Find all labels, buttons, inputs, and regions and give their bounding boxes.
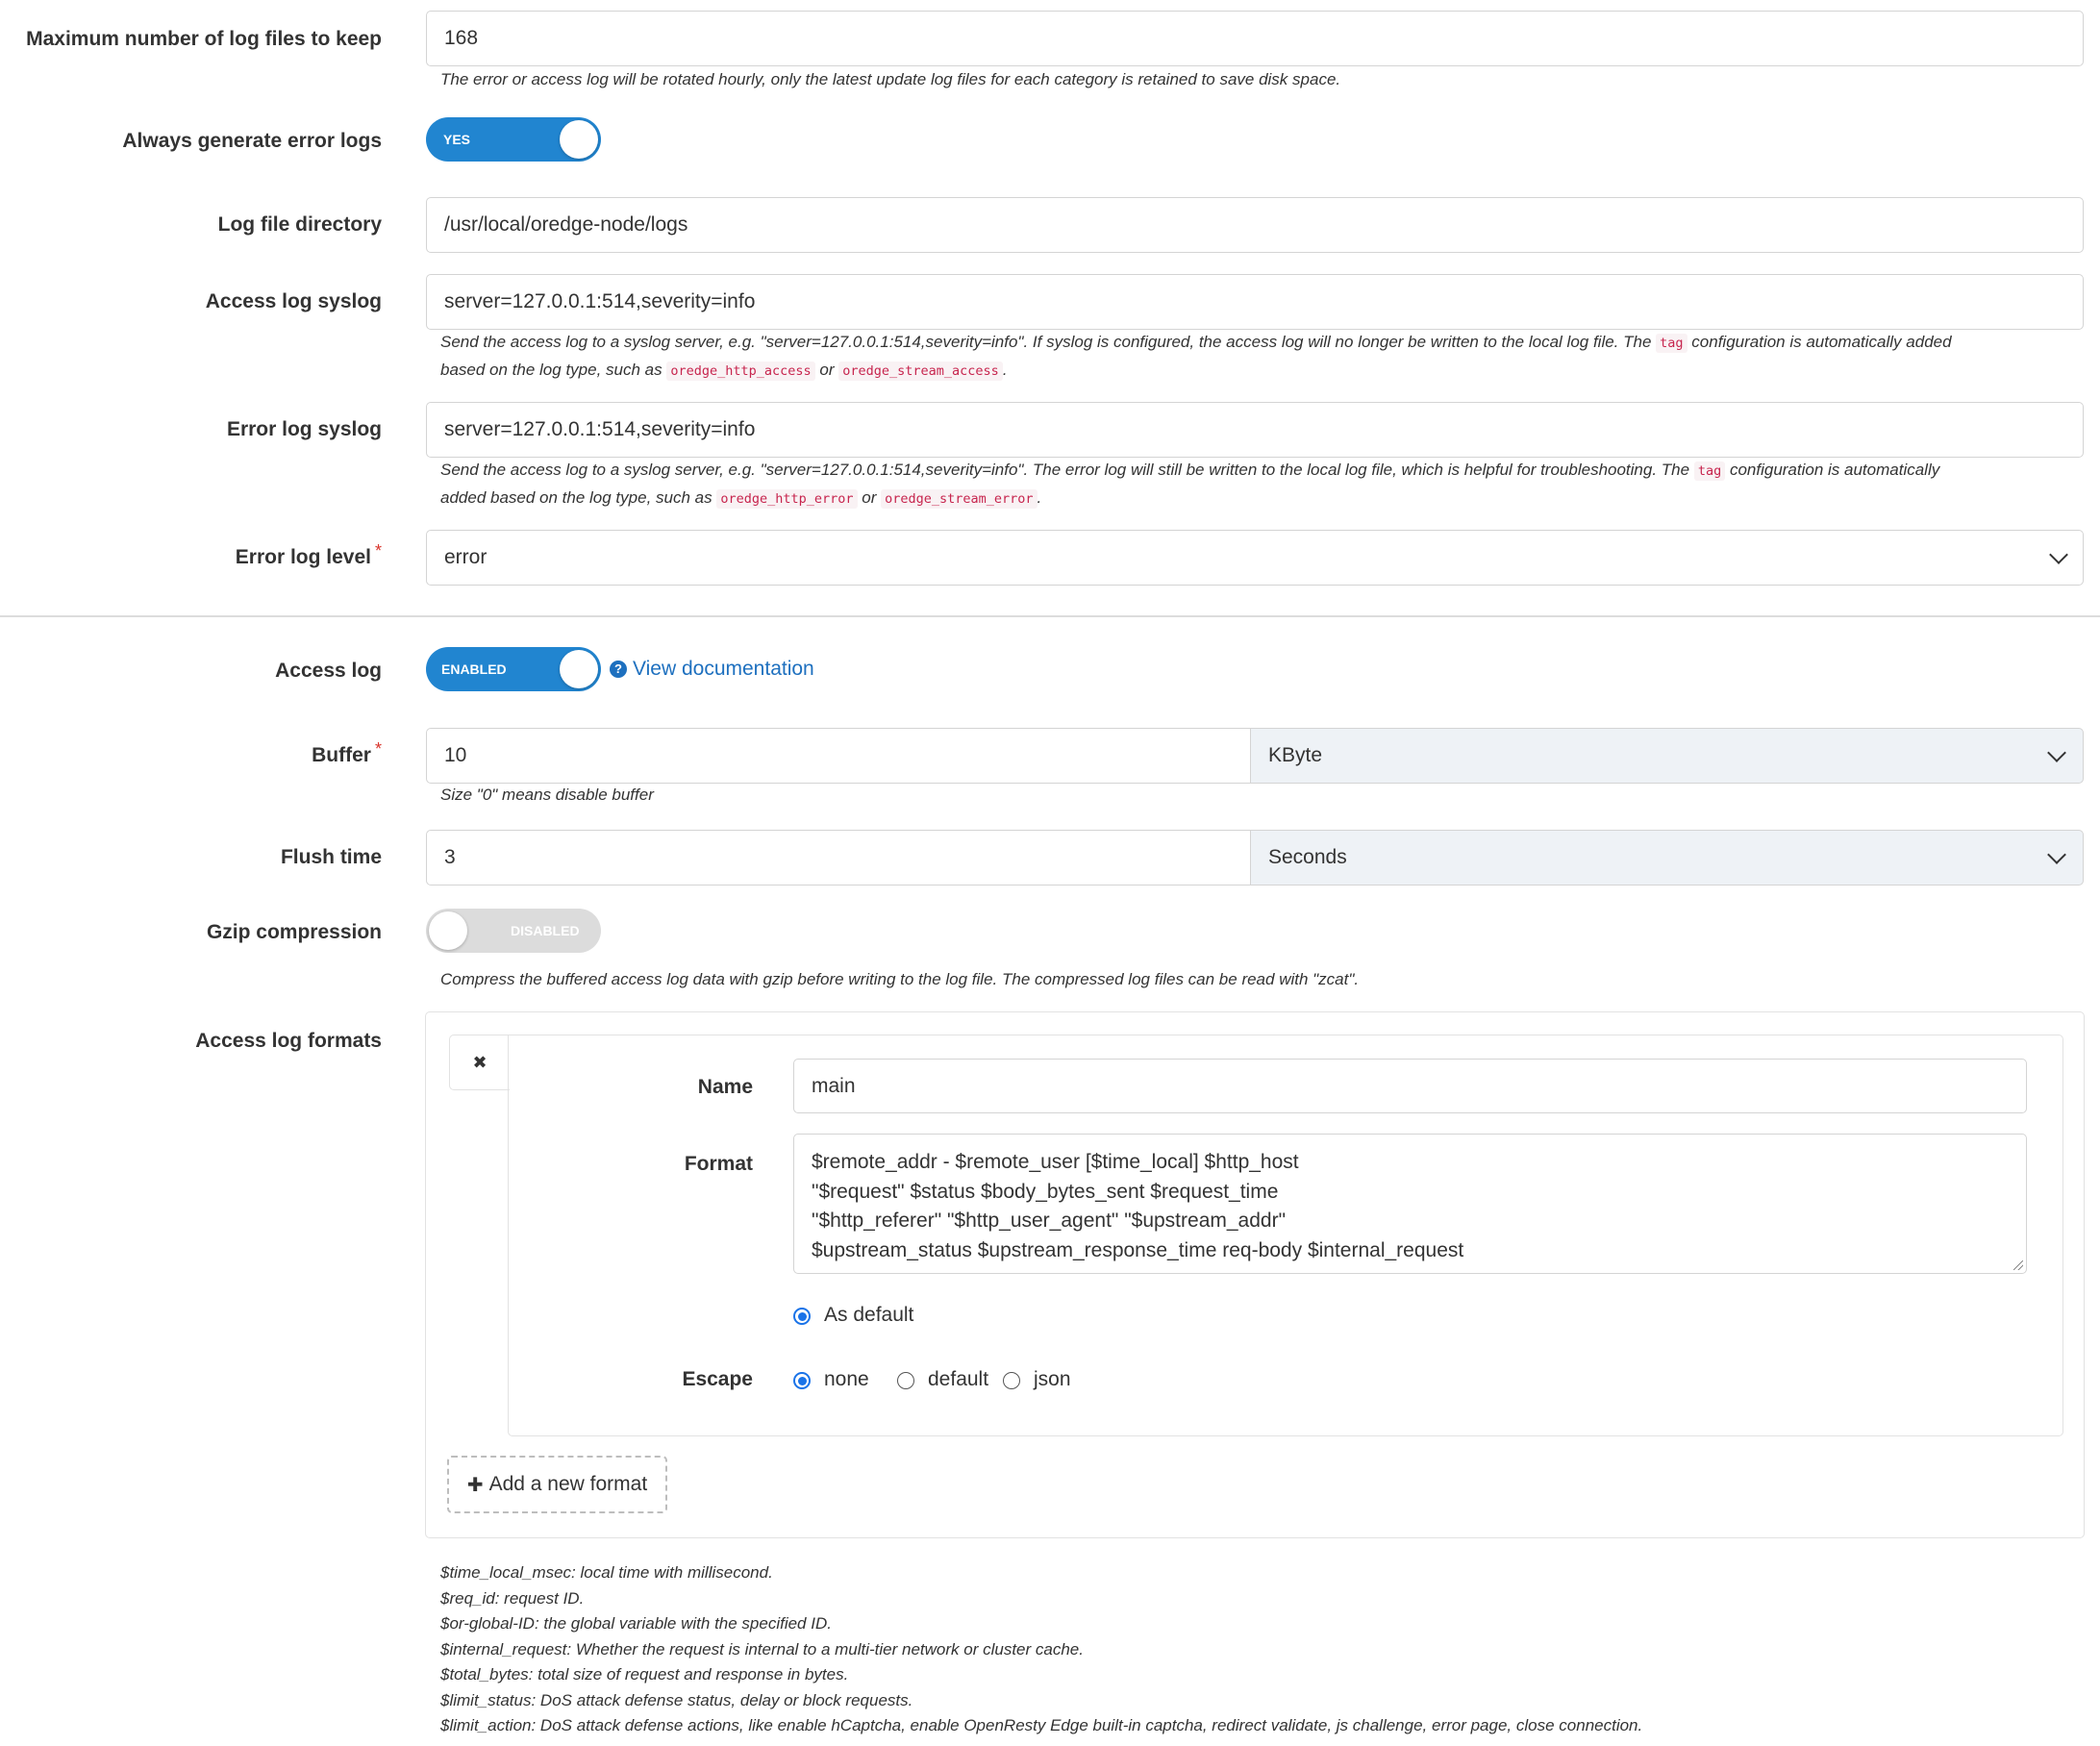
variable-help-line: $limit_action: DoS attack defense action… — [440, 1716, 1643, 1734]
access-syslog-value: server=127.0.0.1:514,severity=info — [444, 290, 756, 312]
always-error-logs-toggle[interactable]: YES — [426, 117, 601, 162]
format-card: Name main Format $remote_addr - $remote_… — [508, 1035, 2063, 1436]
chevron-down-icon — [2049, 545, 2068, 564]
log-dir-value: /usr/local/oredge-node/logs — [444, 213, 688, 236]
plus-icon: ✚ — [466, 1474, 484, 1496]
as-default-label: As default — [824, 1304, 914, 1326]
format-label: Format — [684, 1153, 753, 1175]
format-line: $remote_addr - $remote_user [$time_local… — [812, 1151, 1299, 1173]
buffer-unit-value: KByte — [1268, 744, 1323, 766]
close-icon: ✖ — [472, 1053, 488, 1072]
code-http-access: oredge_http_access — [666, 362, 815, 381]
code-http-error: oredge_http_error — [716, 489, 858, 509]
error-syslog-value: server=127.0.0.1:514,severity=info — [444, 418, 756, 440]
toggle-knob — [429, 911, 467, 950]
buffer-help: Size "0" means disable buffer — [440, 786, 654, 804]
format-line: $upstream_status $upstream_response_time… — [812, 1238, 1464, 1261]
access-syslog-label: Access log syslog — [205, 290, 382, 312]
gzip-help: Compress the buffered access log data wi… — [440, 970, 1360, 988]
buffer-input[interactable]: 10 — [426, 728, 1251, 784]
question-circle-icon: ? — [610, 661, 627, 678]
gzip-toggle[interactable]: DISABLED — [426, 909, 601, 953]
view-documentation-link[interactable]: ? View documentation — [610, 658, 814, 681]
add-format-button[interactable]: ✚ Add a new format — [447, 1456, 667, 1513]
code-tag: tag — [1656, 334, 1688, 353]
error-syslog-input[interactable]: server=127.0.0.1:514,severity=info — [426, 402, 2084, 458]
flush-time-label: Flush time — [280, 846, 382, 868]
error-syslog-label: Error log syslog — [226, 418, 382, 440]
toggle-knob — [560, 120, 598, 159]
variable-help-line: $internal_request: Whether the request i… — [440, 1639, 1084, 1659]
toggle-knob — [560, 650, 598, 688]
escape-label: Escape — [682, 1368, 753, 1390]
max-log-files-label: Maximum number of log files to keep — [26, 28, 382, 50]
code-tag: tag — [1693, 461, 1726, 481]
flush-time-unit-select[interactable]: Seconds — [1250, 830, 2084, 885]
toggle-state-text: DISABLED — [511, 923, 580, 938]
log-dir-label: Log file directory — [217, 213, 382, 236]
escape-none-label: none — [824, 1368, 869, 1390]
error-level-label: Error log level * — [235, 541, 382, 568]
toggle-state-text: ENABLED — [441, 661, 507, 677]
format-name-label: Name — [697, 1076, 753, 1098]
section-divider — [0, 615, 2100, 617]
variable-help-line: $total_bytes: total size of request and … — [440, 1665, 849, 1684]
variable-help-line: $time_local_msec: local time with millis… — [440, 1563, 773, 1582]
flush-time-unit-value: Seconds — [1268, 846, 1347, 868]
error-level-value: error — [444, 546, 488, 568]
buffer-label: Buffer * — [312, 739, 382, 766]
max-log-files-input[interactable]: 168 — [426, 11, 2084, 66]
format-line: "$request" $status $body_bytes_sent $req… — [812, 1180, 1279, 1203]
formats-label: Access log formats — [195, 1030, 382, 1052]
required-marker: * — [374, 541, 382, 561]
escape-json-label: json — [1034, 1368, 1071, 1390]
escape-json-radio[interactable] — [1003, 1372, 1020, 1389]
code-stream-error: oredge_stream_error — [881, 489, 1038, 509]
max-log-files-help: The error or access log will be rotated … — [440, 70, 1341, 88]
flush-time-value: 3 — [444, 846, 456, 868]
add-format-label: Add a new format — [488, 1473, 648, 1495]
toggle-state-text: YES — [443, 132, 471, 147]
chevron-down-icon — [2047, 845, 2066, 864]
resize-handle-icon[interactable] — [2013, 1260, 2023, 1270]
format-name-input[interactable]: main — [793, 1059, 2027, 1113]
variable-help-line: $or-global-ID: the global variable with … — [440, 1614, 832, 1633]
always-error-logs-label: Always generate error logs — [122, 130, 382, 152]
formats-panel: ✖ Name main Format $remote_addr - $remot… — [425, 1011, 2085, 1538]
log-dir-input[interactable]: /usr/local/oredge-node/logs — [426, 197, 2084, 253]
format-name-value: main — [812, 1074, 856, 1097]
access-syslog-help: Send the access log to a syslog server, … — [440, 333, 1952, 381]
format-textarea[interactable]: $remote_addr - $remote_user [$time_local… — [793, 1134, 2027, 1274]
gzip-label: Gzip compression — [206, 921, 382, 943]
remove-format-button[interactable]: ✖ — [449, 1035, 510, 1090]
code-stream-access: oredge_stream_access — [838, 362, 1003, 381]
variable-help-line: $limit_status: DoS attack defense status… — [440, 1690, 913, 1709]
buffer-unit-select[interactable]: KByte — [1250, 728, 2084, 784]
error-syslog-help: Send the access log to a syslog server, … — [440, 461, 1940, 509]
access-log-toggle[interactable]: ENABLED — [426, 647, 601, 691]
flush-time-input[interactable]: 3 — [426, 830, 1251, 885]
format-line: "$http_referer" "$http_user_agent" "$ups… — [812, 1210, 1287, 1232]
variables-help: $time_local_msec: local time with millis… — [440, 1560, 1642, 1739]
access-log-label: Access log — [275, 660, 382, 682]
chevron-down-icon — [2047, 743, 2066, 762]
escape-none-radio[interactable] — [793, 1372, 811, 1389]
variable-help-line: $req_id: request ID. — [440, 1588, 585, 1608]
escape-default-label: default — [928, 1368, 989, 1390]
buffer-value: 10 — [444, 744, 467, 766]
log-settings-form: Maximum number of log files to keep 168 … — [0, 0, 2100, 1746]
error-level-select[interactable]: error — [426, 530, 2084, 586]
escape-default-radio[interactable] — [897, 1372, 914, 1389]
max-log-files-value: 168 — [444, 27, 479, 49]
required-marker: * — [374, 739, 382, 759]
as-default-radio[interactable] — [793, 1308, 811, 1325]
access-syslog-input[interactable]: server=127.0.0.1:514,severity=info — [426, 274, 2084, 330]
